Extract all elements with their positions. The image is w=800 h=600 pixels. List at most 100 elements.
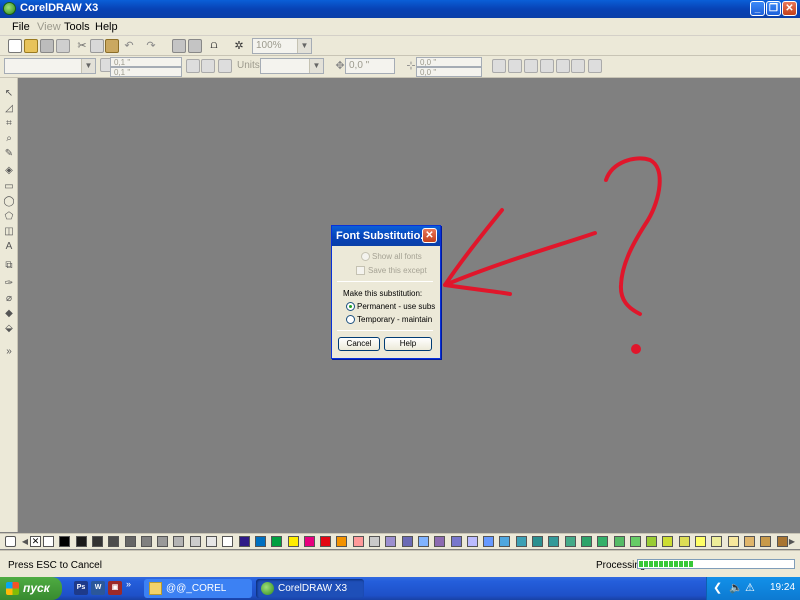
crop-tool-icon[interactable]: ⌗ <box>3 118 15 130</box>
chevron-down-icon[interactable]: ▼ <box>309 59 323 73</box>
no-color-swatch[interactable]: ✕ <box>30 536 41 547</box>
welcome-screen-icon[interactable]: ✲ <box>232 39 246 53</box>
save-exception-checkbox[interactable] <box>356 266 365 275</box>
maximize-button[interactable]: ❐ <box>766 1 781 16</box>
toolbox-chevron-icon[interactable]: » <box>3 346 15 358</box>
snap-grid-icon[interactable] <box>492 59 506 73</box>
temporary-radio[interactable] <box>346 315 355 324</box>
cut-icon[interactable]: ✂ <box>75 39 89 53</box>
color-swatch[interactable] <box>271 536 283 547</box>
color-swatch[interactable] <box>401 536 413 547</box>
polygon-tool-icon[interactable]: ⬠ <box>3 211 15 223</box>
volume-icon[interactable]: 🔈 <box>729 581 743 594</box>
ellipse-tool-icon[interactable]: ◯ <box>3 196 15 208</box>
quicklaunch-app-icon[interactable]: ▣ <box>108 581 122 595</box>
color-swatch[interactable] <box>695 536 706 547</box>
cancel-button[interactable]: Cancel <box>338 337 380 351</box>
color-swatch[interactable] <box>303 536 315 547</box>
object-width-field[interactable]: 0,1 " <box>110 57 182 67</box>
minimize-button[interactable]: _ <box>750 1 765 16</box>
color-swatch[interactable] <box>189 536 201 547</box>
color-swatch[interactable] <box>91 536 103 547</box>
color-swatch[interactable] <box>613 536 625 547</box>
landscape-icon[interactable] <box>201 59 215 73</box>
paste-icon[interactable] <box>105 39 119 53</box>
color-swatch[interactable] <box>157 536 169 547</box>
word-quicklaunch-icon[interactable]: W <box>91 581 105 595</box>
all-pages-icon[interactable] <box>218 59 232 73</box>
freehand-tool-icon[interactable]: ✎ <box>3 148 15 160</box>
color-swatch[interactable] <box>140 536 152 547</box>
color-swatch[interactable] <box>434 536 446 547</box>
dynamic-guides-icon[interactable] <box>540 59 554 73</box>
show-all-fonts-radio[interactable] <box>361 252 370 261</box>
interactive-blend-tool-icon[interactable]: ⧉ <box>3 260 15 272</box>
color-swatch[interactable] <box>124 536 136 547</box>
pick-tool-icon[interactable]: ↖ <box>3 88 15 100</box>
palette-scroll-left-icon[interactable]: ◀ <box>20 535 30 548</box>
duplicate-y-field[interactable]: 0,0 " <box>416 67 482 77</box>
color-swatch[interactable] <box>564 536 576 547</box>
menu-file[interactable]: File <box>12 21 30 33</box>
smart-fill-tool-icon[interactable]: ◈ <box>3 165 15 177</box>
color-swatch[interactable] <box>352 536 364 547</box>
color-swatch[interactable] <box>206 536 217 547</box>
menu-tools[interactable]: Tools <box>64 21 90 33</box>
color-swatch[interactable] <box>336 536 348 547</box>
color-swatch[interactable] <box>580 536 592 547</box>
undo-icon[interactable]: ↶ <box>122 39 136 53</box>
color-swatch[interactable] <box>743 536 755 547</box>
color-swatch[interactable] <box>499 536 511 547</box>
copy-icon[interactable] <box>90 39 104 53</box>
color-swatch[interactable] <box>760 536 772 547</box>
color-swatch[interactable] <box>597 536 609 547</box>
zoom-level-combo[interactable]: 100% ▼ <box>252 38 312 54</box>
fill-tool-icon[interactable]: ◆ <box>3 308 15 320</box>
color-swatch[interactable] <box>75 536 87 547</box>
color-swatch[interactable] <box>483 536 495 547</box>
portrait-icon[interactable] <box>186 59 200 73</box>
photoshop-quicklaunch-icon[interactable]: Ps <box>74 581 88 595</box>
color-swatch[interactable] <box>287 536 299 547</box>
snap-objects-icon[interactable] <box>524 59 538 73</box>
color-swatch[interactable] <box>173 536 185 547</box>
color-swatch[interactable] <box>43 536 54 547</box>
export-icon[interactable] <box>188 39 202 53</box>
units-combo[interactable]: ▼ <box>260 58 324 74</box>
outline-tool-icon[interactable]: ⌀ <box>3 293 15 305</box>
color-swatch[interactable] <box>629 536 641 547</box>
color-swatch[interactable] <box>515 536 527 547</box>
color-swatch[interactable] <box>532 536 543 547</box>
color-swatch[interactable] <box>59 536 71 547</box>
color-swatch[interactable] <box>238 536 250 547</box>
network-icon[interactable]: ⚠ <box>745 581 755 594</box>
color-swatch[interactable] <box>417 536 429 547</box>
palette-scroll-right-icon[interactable]: ▶ <box>787 535 797 548</box>
toolbar-options-icon[interactable] <box>588 59 602 73</box>
snap-guidelines-icon[interactable] <box>508 59 522 73</box>
new-document-icon[interactable] <box>8 39 22 53</box>
application-launcher-icon[interactable]: ⩍ <box>207 39 221 53</box>
color-swatch[interactable] <box>776 536 788 547</box>
taskbar-item-coreldraw[interactable]: CorelDRAW X3 <box>256 579 364 598</box>
eyedropper-tool-icon[interactable]: ✑ <box>3 278 15 290</box>
preset-combo[interactable]: ▼ <box>4 58 96 74</box>
print-icon[interactable] <box>56 39 70 53</box>
color-swatch[interactable] <box>254 536 266 547</box>
interactive-fill-tool-icon[interactable]: ⬙ <box>3 323 15 335</box>
color-swatch[interactable] <box>711 536 723 547</box>
palette-menu-icon[interactable] <box>5 536 16 547</box>
open-folder-icon[interactable] <box>24 39 38 53</box>
color-swatch[interactable] <box>222 536 234 547</box>
color-swatch[interactable] <box>727 536 739 547</box>
start-button[interactable]: пуск <box>0 577 62 600</box>
color-swatch[interactable] <box>320 536 332 547</box>
shape-tool-icon[interactable]: ◿ <box>3 103 15 115</box>
color-swatch[interactable] <box>450 536 462 547</box>
permanent-radio[interactable] <box>346 302 355 311</box>
color-swatch[interactable] <box>108 536 120 547</box>
duplicate-x-field[interactable]: 0,0 " <box>416 57 482 67</box>
tray-expand-icon[interactable]: ❮ <box>713 581 722 594</box>
help-button[interactable]: Help <box>384 337 432 351</box>
options-icon[interactable] <box>571 59 585 73</box>
